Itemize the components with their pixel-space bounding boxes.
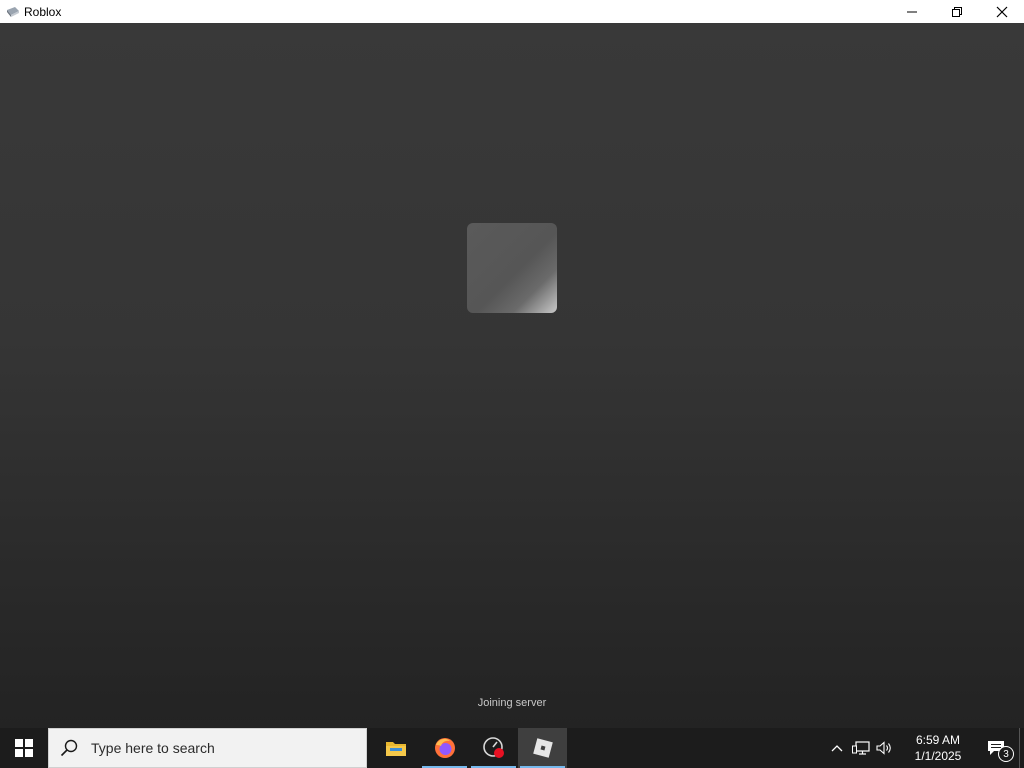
clock-time: 6:59 AM [915, 733, 961, 747]
record-gauge-icon [482, 737, 504, 758]
taskbar-search-box[interactable] [48, 728, 367, 768]
close-button[interactable] [979, 0, 1024, 23]
search-input[interactable] [89, 739, 339, 757]
minimize-button[interactable] [889, 0, 934, 23]
roblox-icon [532, 738, 553, 758]
taskbar: 6:59 AM 1/1/2025 3 [0, 728, 1024, 768]
taskbar-app-roblox[interactable] [518, 728, 567, 768]
game-viewport[interactable]: Joining server [0, 23, 1024, 728]
restore-icon [951, 6, 962, 17]
notification-count-badge: 3 [998, 746, 1014, 762]
window-title: Roblox [24, 4, 62, 19]
network-button[interactable] [849, 728, 873, 768]
game-thumbnail-placeholder [467, 223, 557, 313]
show-hidden-icons-button[interactable] [825, 728, 849, 768]
restore-button[interactable] [934, 0, 979, 23]
taskbar-app-firefox[interactable] [420, 728, 469, 768]
taskbar-apps [371, 728, 567, 768]
window-titlebar[interactable]: Roblox [0, 0, 1024, 23]
chevron-up-icon [831, 745, 843, 752]
taskbar-clock[interactable]: 6:59 AM 1/1/2025 [903, 732, 973, 764]
roblox-app-icon [5, 4, 21, 20]
volume-button[interactable] [873, 728, 897, 768]
close-icon [996, 6, 1007, 17]
taskbar-app-recorder[interactable] [469, 728, 518, 768]
taskbar-app-file-explorer[interactable] [371, 728, 420, 768]
clock-date: 1/1/2025 [914, 749, 962, 763]
windows-logo-icon [15, 739, 33, 757]
folder-icon [385, 742, 406, 756]
search-icon [59, 738, 79, 758]
volume-icon [876, 741, 891, 755]
loading-status-text: Joining server [477, 697, 547, 709]
minimize-icon [906, 11, 917, 12]
network-icon [852, 741, 870, 755]
show-desktop-button[interactable] [1019, 728, 1024, 768]
window-controls [889, 0, 1024, 23]
start-button[interactable] [0, 728, 48, 768]
system-tray: 6:59 AM 1/1/2025 3 [825, 728, 1024, 768]
firefox-icon [434, 738, 455, 758]
action-center-button[interactable]: 3 [973, 728, 1019, 768]
